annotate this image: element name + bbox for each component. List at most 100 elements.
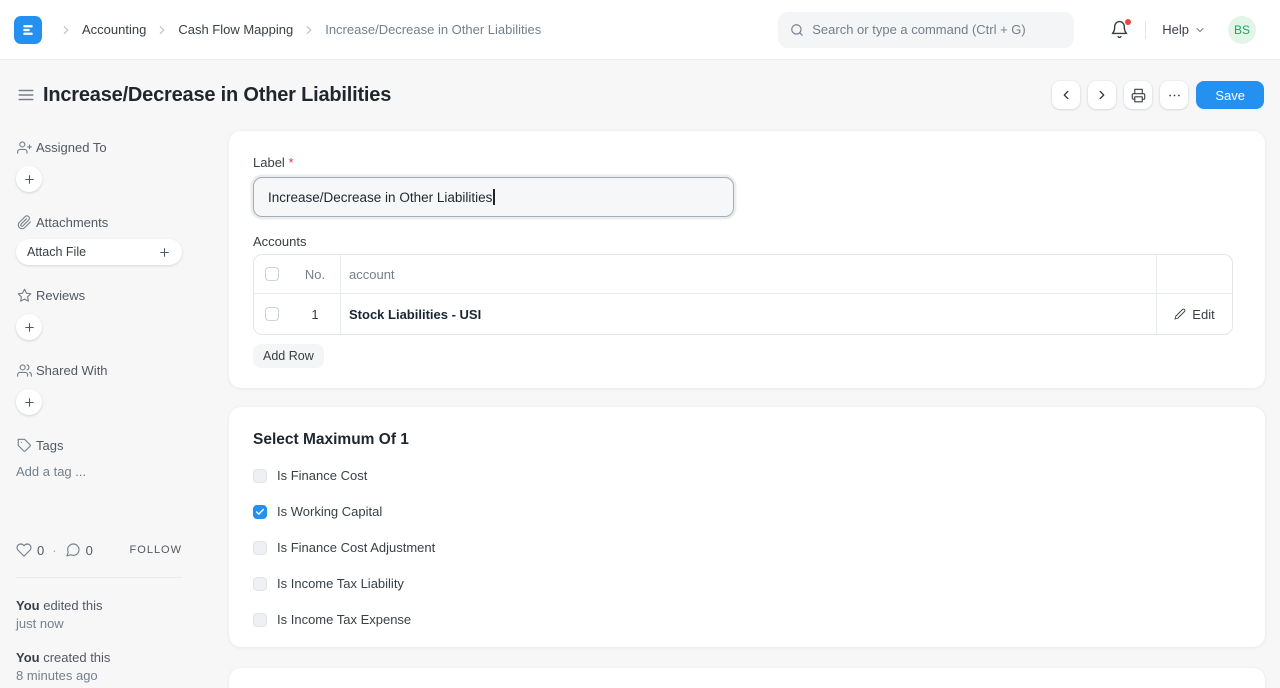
checkbox-option-is-income-tax-expense[interactable]: Is Income Tax Expense [253, 612, 1241, 627]
label-input-value: Increase/Decrease in Other Liabilities [268, 190, 492, 205]
comments-button[interactable]: 0 [65, 542, 93, 558]
comments-count: 0 [86, 543, 93, 558]
section-title: Select Maximum Of 1 [253, 431, 1241, 449]
activity-log: You edited this just now You created thi… [16, 597, 182, 685]
help-menu[interactable]: Help [1162, 22, 1206, 37]
pencil-icon [1174, 308, 1186, 320]
star-icon [16, 288, 32, 303]
printer-icon [1131, 88, 1146, 103]
chevron-right-icon [302, 23, 316, 37]
shared-with-section: Shared With [16, 363, 182, 415]
breadcrumb-item-cash-flow-mapping[interactable]: Cash Flow Mapping [178, 22, 293, 37]
print-button[interactable] [1124, 81, 1152, 109]
chevron-down-icon [1194, 24, 1206, 36]
search-icon [790, 23, 804, 37]
checkbox-icon[interactable] [253, 613, 267, 627]
assigned-to-header: Assigned To [16, 140, 182, 155]
checkbox-option-is-finance-cost-adjustment[interactable]: Is Finance Cost Adjustment [253, 540, 1241, 555]
row-cell-check [254, 307, 290, 321]
navbar-right: Help BS [778, 12, 1256, 48]
notifications-button[interactable] [1110, 20, 1129, 39]
checkbox-icon[interactable] [253, 577, 267, 591]
checkbox-icon[interactable] [253, 469, 267, 483]
checkbox-option-is-finance-cost[interactable]: Is Finance Cost [253, 468, 1241, 483]
attach-file-label: Attach File [27, 245, 86, 259]
page-head: Increase/Decrease in Other Liabilities S… [0, 60, 1280, 109]
assigned-to-section: Assigned To [16, 140, 182, 192]
form-body: Label * Increase/Decrease in Other Liabi… [229, 131, 1265, 688]
edit-row-button[interactable]: Edit [1174, 307, 1214, 322]
add-row-button[interactable]: Add Row [253, 344, 324, 368]
activity-when: 8 minutes ago [16, 667, 182, 685]
attachments-section: Attachments Attach File [16, 215, 182, 265]
row-cell-account[interactable]: Stock Liabilities - USI [340, 294, 1156, 334]
activity-who: You [16, 650, 40, 665]
avatar[interactable]: BS [1228, 16, 1256, 44]
sidebar-toggle-button[interactable] [17, 86, 35, 104]
chevron-right-icon [59, 23, 73, 37]
breadcrumb-item-accounting[interactable]: Accounting [82, 22, 146, 37]
tags-section: Tags Add a tag ... [16, 438, 182, 479]
erpnext-logo-icon [20, 22, 36, 38]
search-input[interactable] [812, 22, 1062, 37]
activity-entry: You created this 8 minutes ago [16, 649, 182, 685]
checkbox-icon[interactable] [253, 505, 267, 519]
accounts-grid: No. account 1 Stock Liabilities - USI [253, 254, 1233, 335]
label-input[interactable]: Increase/Decrease in Other Liabilities [253, 177, 734, 217]
global-search[interactable] [778, 12, 1074, 48]
activity-entry: You edited this just now [16, 597, 182, 633]
add-tag-input[interactable]: Add a tag ... [16, 464, 182, 479]
add-share-button[interactable] [16, 389, 42, 415]
checkbox-section-card: Select Maximum Of 1 Is Finance Cost Is W… [229, 407, 1265, 647]
engagement-row: 0 · 0 FOLLOW [16, 542, 182, 558]
next-document-button[interactable] [1088, 81, 1116, 109]
users-icon [16, 363, 32, 378]
next-section-card [229, 668, 1265, 688]
row-checkbox[interactable] [265, 307, 279, 321]
shared-with-label: Shared With [36, 363, 108, 378]
attach-file-button[interactable]: Attach File [16, 239, 182, 265]
checkbox-label: Is Income Tax Liability [277, 576, 404, 591]
select-all-checkbox[interactable] [265, 267, 279, 281]
checkbox-option-is-income-tax-liability[interactable]: Is Income Tax Liability [253, 576, 1241, 591]
checkbox-label: Is Income Tax Expense [277, 612, 411, 627]
tags-header: Tags [16, 438, 182, 453]
add-assignment-button[interactable] [16, 166, 42, 192]
checkbox-label: Is Finance Cost [277, 468, 367, 483]
plus-icon [158, 246, 171, 259]
app-logo[interactable] [14, 16, 42, 44]
follow-button[interactable]: FOLLOW [130, 544, 182, 556]
prev-document-button[interactable] [1052, 81, 1080, 109]
save-button[interactable]: Save [1196, 81, 1264, 109]
breadcrumb-item-current: Increase/Decrease in Other Liabilities [325, 22, 541, 37]
activity-who: You [16, 598, 40, 613]
header-cell-no: No. [290, 267, 340, 282]
table-row: 1 Stock Liabilities - USI Edit [254, 294, 1232, 334]
accounts-table-caption: Accounts [253, 234, 1233, 249]
reviews-label: Reviews [36, 288, 85, 303]
navbar: Accounting Cash Flow Mapping Increase/De… [0, 0, 1280, 60]
details-card: Label * Increase/Decrease in Other Liabi… [229, 131, 1265, 388]
checkbox-icon[interactable] [253, 541, 267, 555]
add-review-button[interactable] [16, 314, 42, 340]
plus-icon [23, 396, 36, 409]
reviews-header: Reviews [16, 288, 182, 303]
text-cursor [493, 189, 495, 205]
checkbox-option-is-working-capital[interactable]: Is Working Capital [253, 504, 1241, 519]
paperclip-icon [16, 215, 32, 230]
tags-label: Tags [36, 438, 63, 453]
checkbox-label: Is Working Capital [277, 504, 382, 519]
edit-label: Edit [1192, 307, 1214, 322]
dot-separator: · [52, 543, 56, 558]
row-cell-no: 1 [290, 307, 340, 322]
assigned-to-label: Assigned To [36, 140, 107, 155]
attachments-label: Attachments [36, 215, 108, 230]
comment-icon [65, 542, 81, 558]
label-field-caption: Label * [253, 155, 1233, 170]
like-button[interactable]: 0 [16, 542, 44, 558]
header-cell-account: account [340, 255, 1156, 293]
menu-button[interactable] [1160, 81, 1188, 109]
header-cell-check [254, 267, 290, 281]
form-sidebar: Assigned To Attachments Attach File [16, 109, 182, 688]
divider [16, 577, 182, 578]
